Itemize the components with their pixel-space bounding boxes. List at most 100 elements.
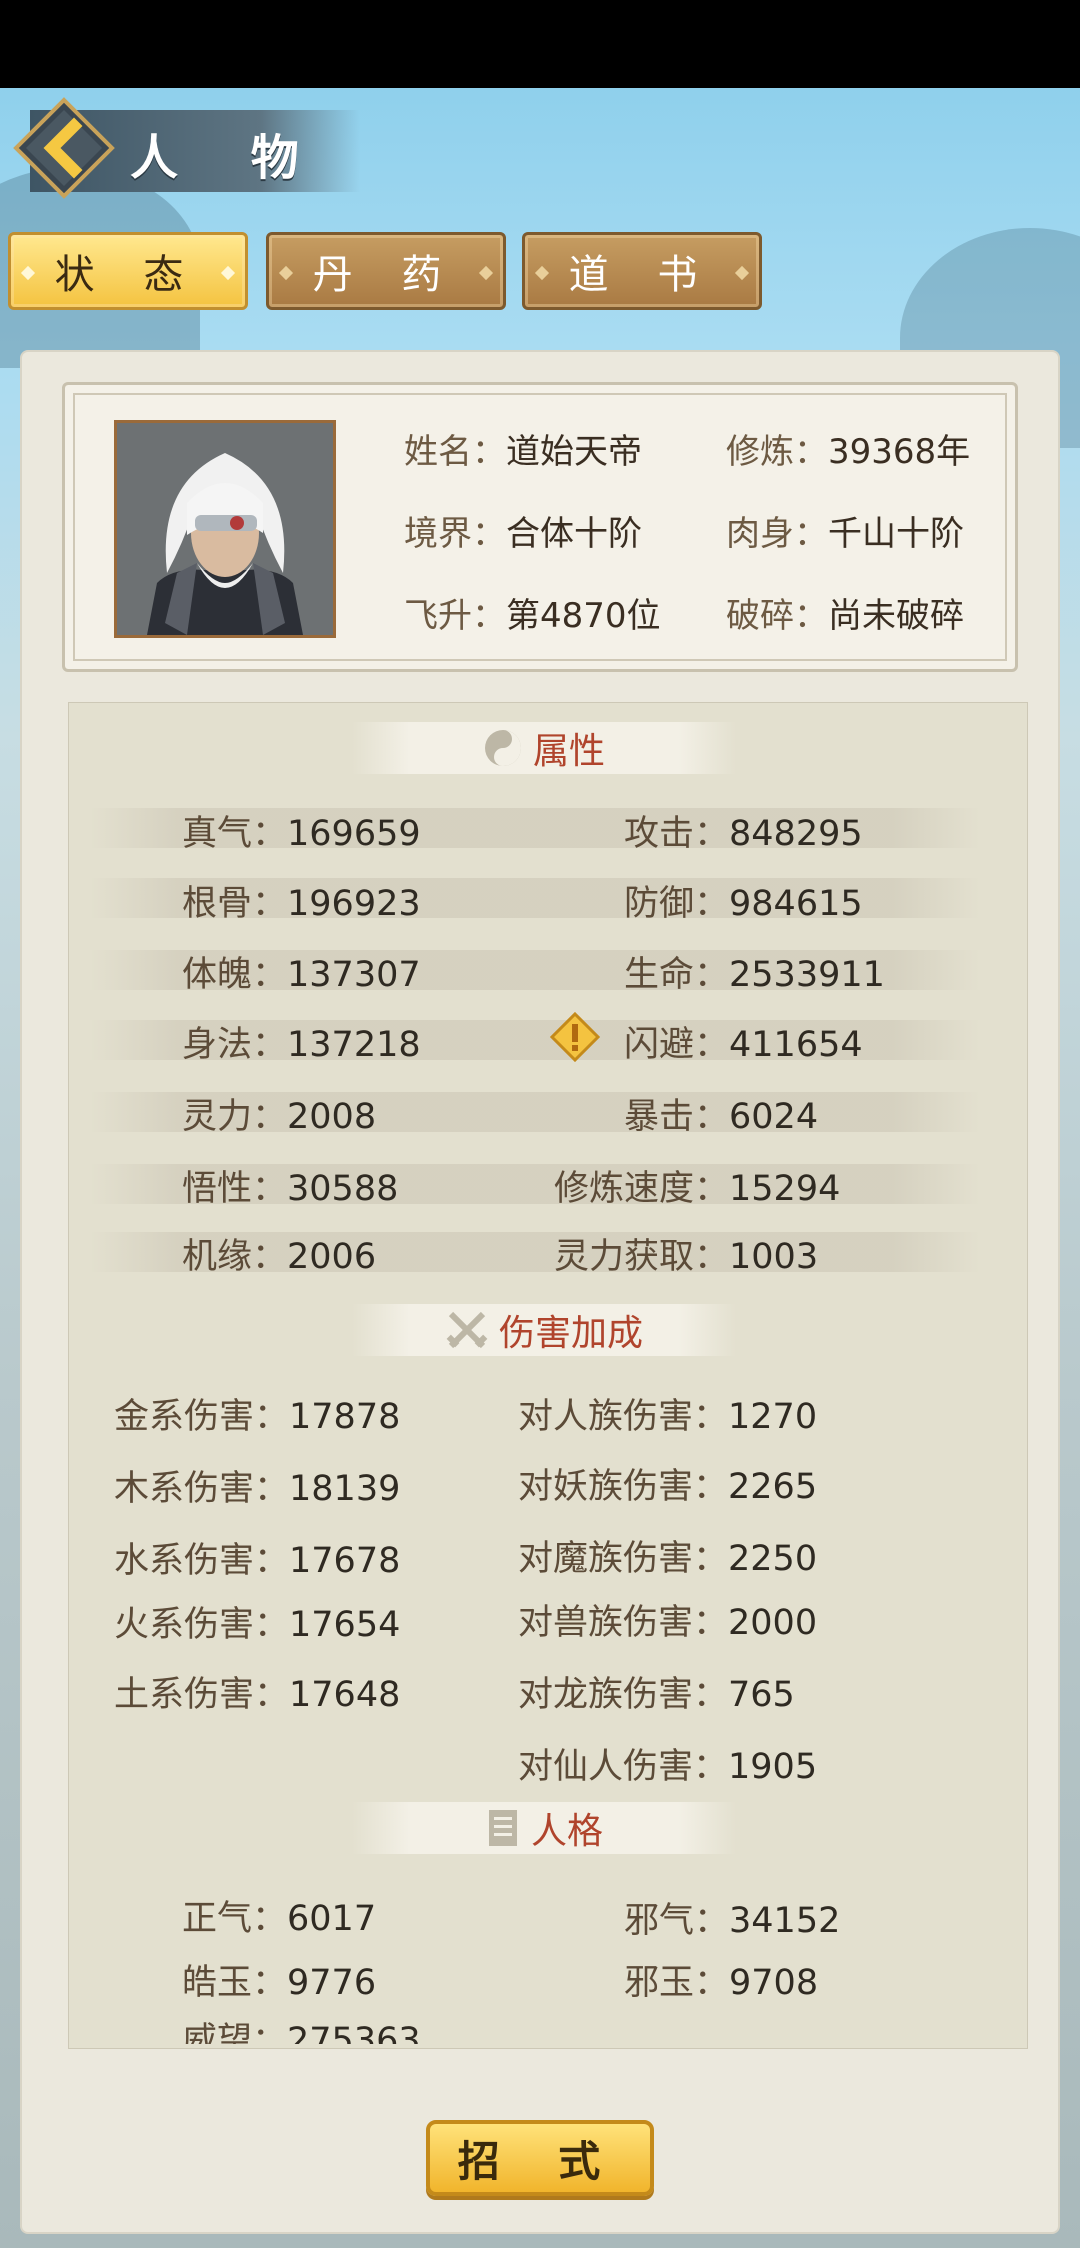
stat-fire-damage: 火系伤害：17654 — [114, 1596, 400, 1647]
section-label: 伤害加成 — [498, 1313, 643, 1354]
stat-jiyuan: 机缘：2006 — [182, 1228, 376, 1279]
stat-haoyu: 皓玉：9776 — [182, 1954, 376, 2005]
label: 对妖族伤害： — [518, 1467, 729, 1507]
button-label: 招 式 — [457, 2136, 623, 2186]
label: 皓玉： — [182, 1963, 288, 2003]
stat-water-damage: 水系伤害：17678 — [114, 1532, 400, 1583]
value: 合体十阶 — [506, 514, 642, 554]
stat-tipo: 体魄：137307 — [182, 946, 421, 997]
tab-decoration — [20, 265, 36, 281]
value: 39368年 — [828, 432, 971, 472]
value: 1003 — [729, 1237, 819, 1277]
stat-prestige: 威望：275363 — [182, 2016, 421, 2044]
tab-decoration — [278, 265, 294, 281]
label: 姓名： — [404, 432, 506, 472]
scroll-icon — [485, 1808, 521, 1848]
tab-label: 状 态 — [54, 252, 202, 298]
stat-metal-damage: 金系伤害：17878 — [114, 1388, 400, 1439]
stat-evil: 邪气：34152 — [624, 1892, 840, 1943]
label: 邪玉： — [624, 1963, 730, 2003]
profile-name: 姓名：道始天帝 — [404, 424, 642, 473]
stat-earth-damage: 土系伤害：17648 — [114, 1666, 400, 1717]
value: 137307 — [287, 955, 421, 995]
crossed-swords-icon — [445, 1308, 489, 1352]
label: 身法： — [182, 1025, 288, 1065]
value: 30588 — [287, 1169, 399, 1209]
tab-books[interactable]: 道 书 — [522, 232, 762, 310]
value: 1270 — [728, 1397, 818, 1437]
label: 土系伤害： — [114, 1675, 290, 1715]
value: 984615 — [729, 884, 863, 924]
label: 对仙人伤害： — [518, 1747, 729, 1787]
warning-icon[interactable] — [549, 1011, 601, 1066]
label: 体魄： — [182, 955, 288, 995]
value: 18139 — [289, 1469, 401, 1509]
label: 闪避： — [624, 1025, 730, 1065]
character-avatar — [117, 423, 333, 635]
tab-status[interactable]: 状 态 — [8, 232, 248, 310]
tab-label: 丹 药 — [312, 252, 460, 298]
label: 悟性： — [182, 1169, 288, 1209]
profile-body: 肉身：千山十阶 — [726, 506, 964, 555]
value: 1905 — [728, 1747, 818, 1787]
value: 2008 — [287, 1097, 377, 1137]
section-title-damage: 伤害加成 — [352, 1304, 736, 1356]
value: 千山十阶 — [828, 514, 964, 554]
stat-vs-immortal: 对仙人伤害：1905 — [518, 1738, 817, 1789]
label: 正气： — [182, 1899, 288, 1939]
value: 196923 — [287, 884, 421, 924]
stat-gengu: 根骨：196923 — [182, 875, 421, 926]
value: 15294 — [729, 1169, 841, 1209]
tab-pills[interactable]: 丹 药 — [266, 232, 506, 310]
value: 9776 — [287, 1963, 377, 2003]
value: 2265 — [728, 1467, 818, 1507]
value: 17648 — [289, 1675, 401, 1715]
tab-decoration — [534, 265, 550, 281]
label: 飞升： — [404, 596, 506, 636]
tab-decoration — [220, 265, 236, 281]
stat-attack: 攻击：848295 — [624, 805, 863, 856]
label: 灵力： — [182, 1097, 288, 1137]
character-portrait[interactable] — [114, 420, 336, 638]
page-title: 人 物 — [130, 130, 327, 186]
stat-vs-human: 对人族伤害：1270 — [518, 1388, 817, 1439]
section-title-personality: 人格 — [352, 1802, 736, 1854]
stat-lingli-gain: 灵力获取：1003 — [554, 1228, 818, 1279]
section-title-attributes: 属性 — [352, 722, 736, 774]
back-button[interactable] — [12, 96, 116, 200]
profile-cultivation: 修炼：39368年 — [726, 424, 970, 473]
label: 对魔族伤害： — [518, 1539, 729, 1579]
yin-yang-icon — [483, 728, 523, 768]
label: 防御： — [624, 884, 730, 924]
label: 生命： — [624, 955, 730, 995]
back-arrow-icon — [13, 97, 115, 199]
value: 尚未破碎 — [828, 596, 964, 636]
label: 机缘： — [182, 1237, 288, 1277]
section-label: 人格 — [530, 1811, 603, 1852]
value: 34152 — [729, 1901, 841, 1941]
tab-label: 道 书 — [568, 252, 716, 298]
value: 848295 — [729, 814, 863, 854]
value: 2006 — [287, 1237, 377, 1277]
stat-crit: 暴击：6024 — [624, 1088, 818, 1139]
value: 2000 — [728, 1603, 818, 1643]
value: 169659 — [287, 814, 421, 854]
label: 境界： — [404, 514, 506, 554]
value: 17678 — [289, 1541, 401, 1581]
stat-vs-dragon: 对龙族伤害：765 — [518, 1666, 795, 1717]
stat-wuxing: 悟性：30588 — [182, 1160, 398, 1211]
profile-realm: 境界：合体十阶 — [404, 506, 642, 555]
stat-xieyu: 邪玉：9708 — [624, 1954, 818, 2005]
value: 9708 — [729, 1963, 819, 2003]
stat-defense: 防御：984615 — [624, 875, 863, 926]
stat-vs-demon: 对妖族伤害：2265 — [518, 1458, 817, 1509]
tab-decoration — [478, 265, 494, 281]
value: 2250 — [728, 1539, 818, 1579]
label: 灵力获取： — [554, 1237, 730, 1277]
label: 对兽族伤害： — [518, 1603, 729, 1643]
label: 金系伤害： — [114, 1397, 290, 1437]
label: 木系伤害： — [114, 1469, 290, 1509]
skills-button[interactable]: 招 式 — [426, 2120, 654, 2196]
label: 邪气： — [624, 1901, 730, 1941]
value: 6024 — [729, 1097, 819, 1137]
